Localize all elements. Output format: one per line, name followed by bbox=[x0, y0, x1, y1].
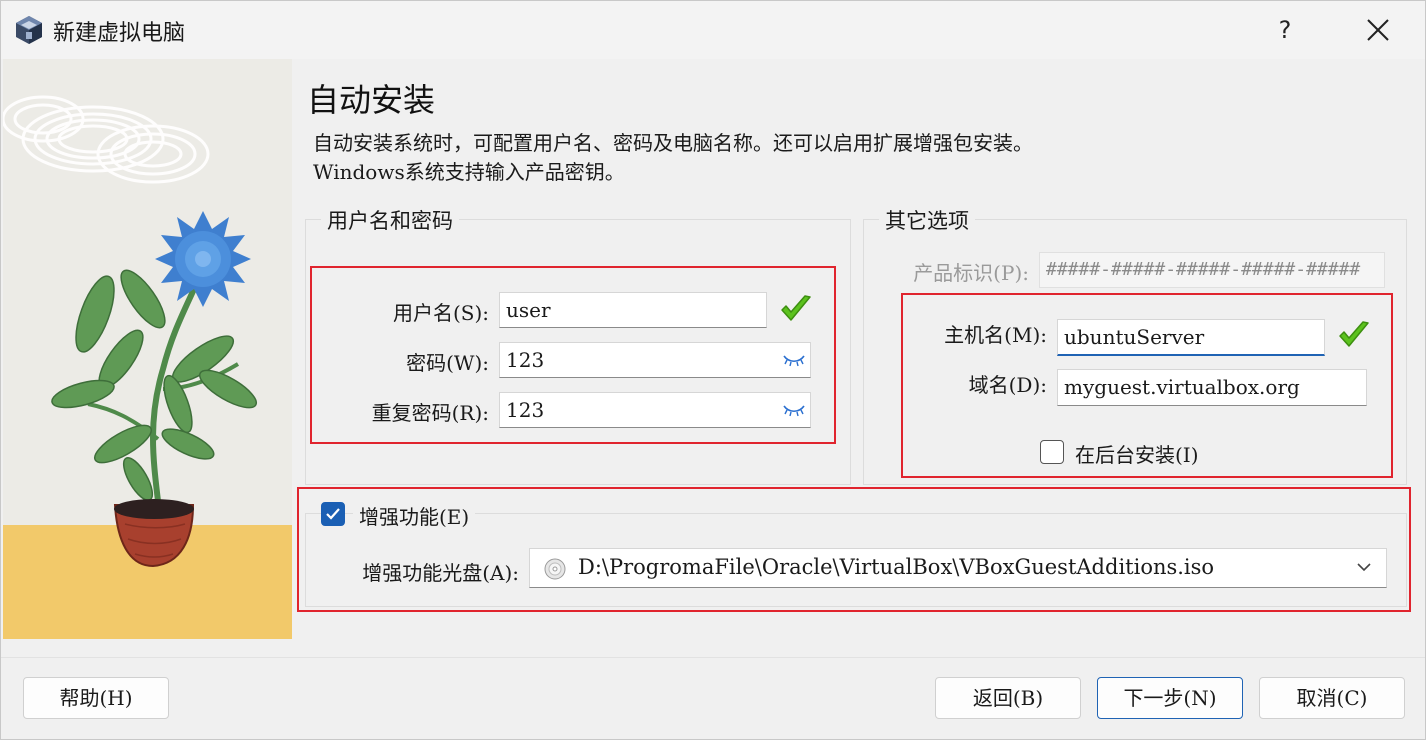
repeat-password-label: 重复密码(R): bbox=[371, 401, 489, 425]
cancel-button[interactable]: 取消(C) bbox=[1259, 677, 1405, 719]
close-icon[interactable] bbox=[1355, 9, 1399, 51]
page-title: 自动安装 bbox=[307, 81, 436, 119]
password-label: 密码(W): bbox=[406, 351, 489, 375]
product-key-field: #####-#####-#####-#####-##### bbox=[1039, 252, 1385, 288]
repeat-password-value: 123 bbox=[506, 398, 545, 422]
hostname-label: 主机名(M): bbox=[944, 323, 1047, 347]
help-button[interactable]: 帮助(H) bbox=[23, 677, 169, 719]
hostname-field[interactable]: ubuntuServer bbox=[1057, 319, 1325, 356]
dialog-window: 新建虚拟电脑 ? 自动安装 自动安装系统时，可配置用户名、密码及电脑名称。还可以… bbox=[0, 0, 1426, 740]
repeat-password-field[interactable]: 123 bbox=[499, 392, 811, 428]
background-install-checkbox[interactable] bbox=[1040, 440, 1064, 464]
wizard-illustration bbox=[3, 59, 292, 639]
window-title: 新建虚拟电脑 bbox=[53, 21, 186, 46]
domain-field[interactable]: myguest.virtualbox.org bbox=[1057, 369, 1367, 406]
valid-check-icon bbox=[781, 295, 811, 321]
password-value: 123 bbox=[506, 348, 545, 372]
title-bar: 新建虚拟电脑 ? bbox=[1, 1, 1425, 59]
other-options-group-title: 其它选项 bbox=[879, 205, 975, 235]
username-value: user bbox=[506, 298, 551, 322]
show-repeat-password-eye-icon[interactable] bbox=[782, 401, 806, 417]
username-field[interactable]: user bbox=[499, 292, 767, 328]
chevron-down-icon[interactable] bbox=[1356, 561, 1372, 573]
hostname-value: ubuntuServer bbox=[1064, 325, 1205, 349]
additions-iso-value: D:\ProgromaFile\Oracle\VirtualBox\VBoxGu… bbox=[578, 555, 1215, 579]
description-line-1: 自动安装系统时，可配置用户名、密码及电脑名称。还可以启用扩展增强包安装。 bbox=[313, 131, 1033, 155]
next-button[interactable]: 下一步(N) bbox=[1097, 677, 1243, 719]
guest-additions-checkbox[interactable] bbox=[321, 502, 345, 526]
guest-additions-label[interactable]: 增强功能(E) bbox=[353, 501, 476, 530]
product-key-value: #####-#####-#####-#####-##### bbox=[1046, 259, 1361, 280]
password-field[interactable]: 123 bbox=[499, 342, 811, 378]
user-password-group-title: 用户名和密码 bbox=[321, 205, 459, 235]
domain-label: 域名(D): bbox=[968, 373, 1047, 397]
optical-disc-icon bbox=[544, 558, 566, 580]
username-label: 用户名(S): bbox=[392, 301, 489, 325]
hostname-valid-check-icon bbox=[1339, 321, 1369, 347]
background-install-label[interactable]: 在后台安装(I) bbox=[1075, 439, 1199, 468]
additions-iso-combobox[interactable]: D:\ProgromaFile\Oracle\VirtualBox\VBoxGu… bbox=[529, 548, 1387, 588]
back-button[interactable]: 返回(B) bbox=[935, 677, 1081, 719]
checkmark-icon bbox=[326, 508, 340, 520]
footer-separator bbox=[1, 657, 1425, 658]
additions-iso-label: 增强功能光盘(A): bbox=[362, 561, 519, 585]
title-help-button[interactable]: ? bbox=[1263, 9, 1307, 51]
domain-value: myguest.virtualbox.org bbox=[1064, 375, 1300, 399]
product-key-label: 产品标识(P): bbox=[913, 261, 1029, 285]
virtualbox-logo-icon bbox=[16, 16, 42, 44]
description-line-2: Windows系统支持输入产品密钥。 bbox=[313, 160, 625, 184]
page-description: 自动安装系统时，可配置用户名、密码及电脑名称。还可以启用扩展增强包安装。 Win… bbox=[313, 129, 1033, 187]
show-password-eye-icon[interactable] bbox=[782, 351, 806, 367]
